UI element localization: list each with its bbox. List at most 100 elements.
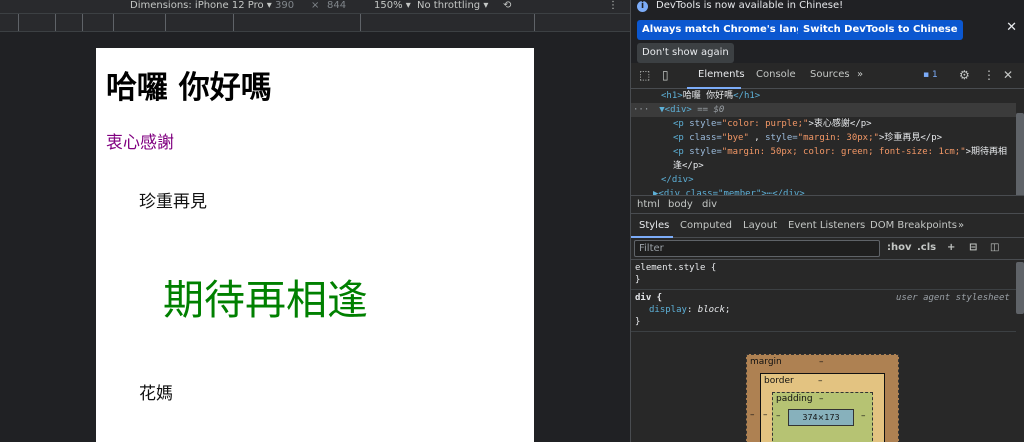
device-dimensions-dropdown[interactable]: Dimensions: iPhone 12 Pro ▾ — [130, 0, 272, 11]
dimension-times-separator: × — [311, 0, 320, 11]
device-toolbar-icon[interactable]: ▯ — [662, 68, 669, 82]
more-tabs-icon[interactable]: » — [857, 69, 863, 80]
device-width-input[interactable]: 390 — [275, 0, 294, 11]
more-options-icon[interactable]: ⋮ — [608, 0, 618, 11]
box-model-border[interactable]: border – – padding – – 374×173 – — [760, 373, 885, 442]
green-paragraph: 期待再相逢 — [163, 276, 368, 324]
dom-node-div-member[interactable]: ▶<div class="member">⋯</div> — [653, 187, 805, 195]
div-rule[interactable]: div { user agent stylesheet display: blo… — [631, 290, 1016, 332]
box-model-content[interactable]: 374×173 — [788, 409, 854, 426]
dom-tree: <h1>哈囉 你好嗎</h1> ··· ▼<div> == $0 <p style… — [631, 89, 1024, 197]
ruler-tick — [165, 14, 166, 31]
rotate-icon[interactable]: ⟲ — [503, 0, 511, 11]
node-text: >珍重再見</p> — [878, 133, 943, 143]
new-rule-icon[interactable]: + — [947, 242, 955, 253]
tab-elements[interactable]: Elements — [698, 69, 745, 80]
css-declaration[interactable]: display: block; — [649, 305, 730, 315]
close-devtools-icon[interactable]: ✕ — [1003, 68, 1013, 82]
padding-left-value: – — [776, 411, 781, 421]
device-ruler — [0, 13, 630, 32]
dom-scrollbar[interactable] — [1016, 113, 1024, 197]
purple-paragraph: 衷心感謝 — [106, 133, 174, 153]
issues-count: 1 — [931, 70, 938, 80]
breadcrumb-div[interactable]: div — [702, 199, 717, 210]
tab-layout[interactable]: Layout — [743, 220, 777, 231]
element-style-selector: element.style { — [635, 263, 717, 273]
issues-badge[interactable]: ▪ 1 — [923, 70, 938, 80]
rule-close-brace: } — [635, 275, 641, 285]
ruler-tick — [360, 14, 361, 31]
switch-language-button[interactable]: Switch DevTools to Chinese — [798, 20, 963, 40]
page-heading: 哈囉 你好嗎 — [106, 70, 272, 106]
attr-name: style= — [689, 147, 722, 157]
tag-text: </h1> — [733, 91, 761, 101]
padding-top-value: – — [819, 394, 824, 404]
tag-text: ▼<div> — [659, 105, 692, 115]
zoom-label: 150% — [374, 0, 403, 11]
element-style-rule[interactable]: element.style { } — [631, 260, 1016, 290]
settings-gear-icon[interactable]: ⚙ — [959, 68, 970, 82]
attr-name: class= — [689, 133, 722, 143]
node-actions-icon[interactable]: ··· — [631, 105, 649, 115]
attr-name: style= — [765, 133, 798, 143]
tab-dom-breakpoints[interactable]: DOM Breakpoints — [870, 220, 957, 231]
dom-node-div-close[interactable]: </div> — [661, 173, 694, 187]
dom-node-p-bye[interactable]: <p class="bye" , style="margin: 30px;">珍… — [673, 131, 942, 145]
ruler-tick — [534, 14, 535, 31]
inspect-element-icon[interactable]: ⬚ — [639, 68, 650, 82]
border-label: border — [764, 376, 794, 386]
node-text: 逢</p> — [673, 161, 704, 171]
breadcrumb: html body div — [631, 195, 1024, 214]
member-paragraph: 花媽 — [139, 384, 173, 404]
customize-menu-icon[interactable]: ⋮ — [983, 68, 995, 82]
css-semicolon: ; — [724, 305, 731, 315]
dont-show-again-button[interactable]: Don't show again — [637, 43, 734, 63]
tab-sources[interactable]: Sources — [810, 69, 850, 80]
language-infobar: i DevTools is now available in Chinese! … — [631, 0, 1024, 63]
tab-styles[interactable]: Styles — [639, 220, 669, 231]
box-model-margin[interactable]: margin – – border – – padding – – 374×17… — [746, 354, 899, 442]
css-property: display — [649, 305, 687, 315]
separator: , — [748, 133, 766, 143]
box-model-padding[interactable]: padding – – 374×173 – — [772, 392, 873, 442]
margin-left-value: – — [750, 410, 755, 420]
devtools-panel: i DevTools is now available in Chinese! … — [630, 0, 1024, 442]
attr-name: style= — [689, 119, 722, 129]
emulated-page: 哈囉 你好嗎 衷心感謝 珍重再見 期待再相逢 花媽 — [96, 48, 534, 442]
throttling-dropdown[interactable]: No throttling ▾ — [417, 0, 488, 11]
breadcrumb-body[interactable]: body — [668, 199, 693, 210]
div-selector: div { — [635, 293, 663, 303]
ruler-tick — [82, 14, 83, 31]
dom-node-p-green[interactable]: <p style="margin: 50px; color: green; fo… — [673, 145, 1007, 159]
device-height-input[interactable]: 844 — [327, 0, 346, 11]
ruler-tick — [18, 14, 19, 31]
more-subtabs-icon[interactable]: » — [958, 220, 964, 231]
zoom-dropdown[interactable]: 150% ▾ — [374, 0, 411, 11]
ruler-tick — [233, 14, 234, 31]
color-format-icon[interactable]: ⊟ — [969, 242, 977, 253]
rule-close-brace: } — [635, 317, 641, 327]
dom-node-p-purple[interactable]: <p style="color: purple;">衷心感謝</p> — [673, 117, 872, 131]
tab-computed[interactable]: Computed — [680, 220, 732, 231]
styles-filter-input[interactable] — [634, 240, 880, 257]
margin-label: margin — [750, 357, 782, 367]
styles-scrollbar[interactable] — [1016, 262, 1024, 314]
tab-console[interactable]: Console — [756, 69, 796, 80]
ua-stylesheet-label: user agent stylesheet — [896, 293, 1010, 303]
class-toggle[interactable]: .cls — [917, 242, 936, 253]
breadcrumb-html[interactable]: html — [637, 199, 660, 210]
hover-state-toggle[interactable]: :hov — [887, 242, 912, 253]
close-icon[interactable]: ✕ — [1006, 20, 1017, 35]
selected-marker: == $0 — [691, 105, 725, 115]
tag-text: <h1> — [661, 91, 683, 101]
dom-node-div-selected[interactable]: ··· ▼<div> == $0 — [631, 103, 1016, 117]
border-left-value: – — [763, 410, 768, 420]
toggle-sidebar-icon[interactable]: ◫ — [990, 242, 999, 253]
main-tab-bar: ⬚ ▯ Elements Console Sources » ▪ 1 ⚙ ⋮ ✕ — [631, 63, 1024, 89]
dom-node-h1[interactable]: <h1>哈囉 你好嗎</h1> — [661, 89, 760, 103]
styles-filter-row: :hov .cls + ⊟ ◫ — [631, 238, 1024, 260]
border-top-value: – — [818, 376, 823, 386]
tab-event-listeners[interactable]: Event Listeners — [788, 220, 865, 231]
tag-text: <p — [673, 147, 690, 157]
dom-node-p-green-cont[interactable]: 逢</p> — [673, 159, 704, 173]
